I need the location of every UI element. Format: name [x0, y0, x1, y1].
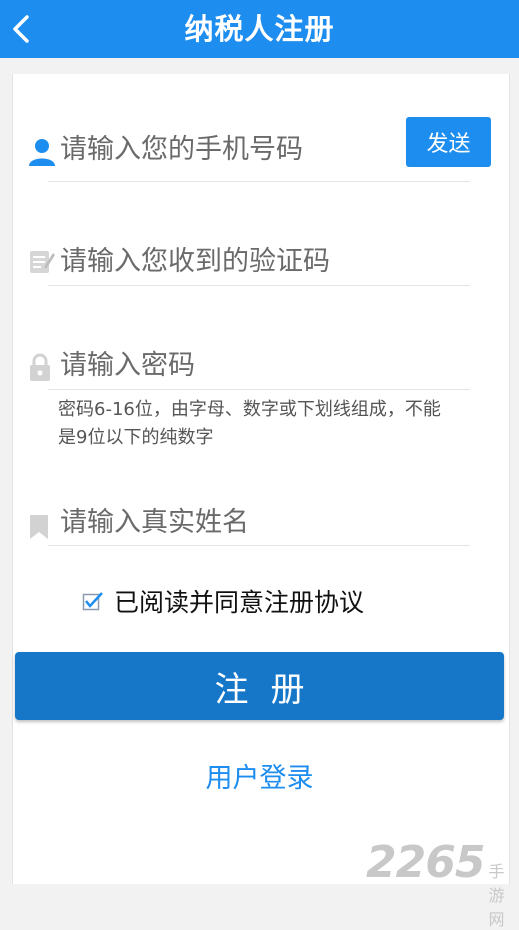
lock-icon [30, 353, 50, 381]
verification-code-input[interactable] [60, 241, 390, 281]
name-underline [48, 545, 470, 546]
user-login-link[interactable]: 用户登录 [0, 756, 519, 795]
bookmark-icon [30, 515, 48, 539]
watermark-logo: 2265 手游网 [366, 837, 519, 930]
password-underline [48, 389, 470, 390]
top-bar: 纳税人注册 [0, 0, 519, 58]
phone-underline [48, 181, 470, 182]
phone-input[interactable] [60, 129, 390, 169]
agreement-label: 已阅读并同意注册协议 [114, 588, 365, 617]
password-input[interactable] [60, 345, 390, 385]
password-hint: 密码6-16位，由字母、数字或下划线组成，不能是9位以下的纯数字 [58, 399, 441, 448]
watermark-number: 2265 [366, 837, 485, 888]
register-button[interactable]: 注册 [15, 652, 504, 720]
send-code-button[interactable]: 发送 [406, 117, 491, 167]
user-icon [29, 139, 55, 166]
agreement-checkbox[interactable]: 已阅读并同意注册协议 [82, 582, 364, 620]
code-underline [48, 285, 470, 286]
watermark-text: 手游网 [488, 862, 505, 929]
checkbox-checked-icon [82, 592, 103, 611]
real-name-input[interactable] [60, 502, 390, 542]
page-title: 纳税人注册 [184, 12, 335, 46]
edit-note-icon [30, 251, 55, 273]
